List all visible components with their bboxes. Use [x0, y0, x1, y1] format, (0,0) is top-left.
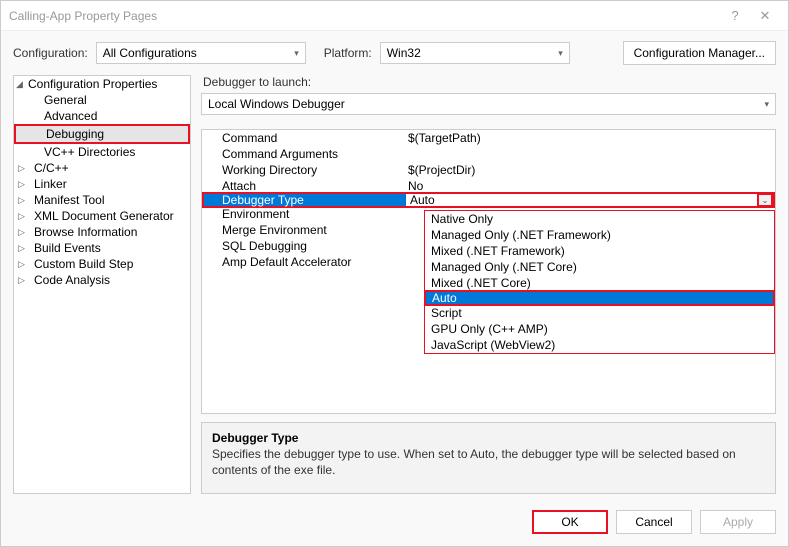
- tree-item-custom-build-step[interactable]: ▷Custom Build Step: [14, 256, 190, 272]
- debugger-launch-dropdown[interactable]: Local Windows Debugger ▾: [201, 93, 776, 115]
- tree-item-general[interactable]: General: [14, 92, 190, 108]
- debugger-launch-value: Local Windows Debugger: [208, 97, 345, 111]
- window-title: Calling-App Property Pages: [9, 9, 720, 23]
- help-icon[interactable]: ?: [720, 8, 750, 23]
- prop-row-cmd-args[interactable]: Command Arguments: [202, 146, 775, 162]
- tree-item-advanced[interactable]: Advanced: [14, 108, 190, 124]
- tree-item-xml-doc-gen[interactable]: ▷XML Document Generator: [14, 208, 190, 224]
- description-title: Debugger Type: [212, 431, 765, 445]
- dd-item-script[interactable]: Script: [425, 305, 774, 321]
- tree-item-ccpp[interactable]: ▷C/C++: [14, 160, 190, 176]
- dd-item-js-webview2[interactable]: JavaScript (WebView2): [425, 337, 774, 353]
- tree-item-debugging-highlight: Debugging: [14, 124, 190, 144]
- chevron-down-icon: ▾: [558, 48, 563, 59]
- dd-item-mixed-netfx[interactable]: Mixed (.NET Framework): [425, 243, 774, 259]
- tree-root[interactable]: ◢ Configuration Properties: [14, 76, 190, 92]
- dd-item-mixed-netcore[interactable]: Mixed (.NET Core): [425, 275, 774, 291]
- expand-icon[interactable]: ▷: [18, 259, 27, 270]
- tree-item-browse-info[interactable]: ▷Browse Information: [14, 224, 190, 240]
- configuration-label: Configuration:: [13, 46, 88, 60]
- tree-item-debugging[interactable]: Debugging: [16, 126, 188, 142]
- collapse-icon[interactable]: ◢: [16, 79, 25, 90]
- nav-tree[interactable]: ◢ Configuration Properties General Advan…: [13, 75, 191, 494]
- debugger-type-value-cell[interactable]: Auto ⌄: [406, 194, 773, 206]
- expand-icon[interactable]: ▷: [18, 211, 27, 222]
- property-pages-window: Calling-App Property Pages ? ✕ Configura…: [0, 0, 789, 547]
- tree-item-linker[interactable]: ▷Linker: [14, 176, 190, 192]
- expand-icon[interactable]: ▷: [18, 243, 27, 254]
- configuration-manager-button[interactable]: Configuration Manager...: [623, 41, 776, 65]
- chevron-down-icon: ▾: [294, 48, 299, 59]
- dd-item-native-only[interactable]: Native Only: [425, 211, 774, 227]
- close-icon[interactable]: ✕: [750, 8, 780, 24]
- expand-icon[interactable]: ▷: [18, 275, 27, 286]
- expand-icon[interactable]: ▷: [18, 179, 27, 190]
- configuration-value: All Configurations: [103, 46, 197, 60]
- prop-row-debugger-type[interactable]: Debugger Type Auto ⌄: [202, 192, 775, 208]
- configuration-dropdown[interactable]: All Configurations ▾: [96, 42, 306, 64]
- dd-item-managed-netfx[interactable]: Managed Only (.NET Framework): [425, 227, 774, 243]
- expand-icon[interactable]: ▷: [18, 195, 27, 206]
- titlebar: Calling-App Property Pages ? ✕: [1, 1, 788, 31]
- platform-value: Win32: [387, 46, 421, 60]
- prop-row-command[interactable]: Command $(TargetPath): [202, 130, 775, 146]
- config-toolbar: Configuration: All Configurations ▾ Plat…: [1, 31, 788, 75]
- debugger-launch-label: Debugger to launch:: [203, 75, 776, 89]
- expand-icon[interactable]: ▷: [18, 163, 27, 174]
- chevron-down-icon: ▾: [764, 99, 769, 110]
- tree-item-vc-directories[interactable]: VC++ Directories: [14, 144, 190, 160]
- prop-row-working-dir[interactable]: Working Directory $(ProjectDir): [202, 162, 775, 178]
- tree-item-code-analysis[interactable]: ▷Code Analysis: [14, 272, 190, 288]
- dd-item-managed-netcore[interactable]: Managed Only (.NET Core): [425, 259, 774, 275]
- platform-label: Platform:: [324, 46, 372, 60]
- dd-item-gpu-only[interactable]: GPU Only (C++ AMP): [425, 321, 774, 337]
- apply-button: Apply: [700, 510, 776, 534]
- platform-dropdown[interactable]: Win32 ▾: [380, 42, 570, 64]
- tree-item-build-events[interactable]: ▷Build Events: [14, 240, 190, 256]
- dropdown-toggle-icon[interactable]: ⌄: [757, 193, 773, 207]
- content-panel: Debugger to launch: Local Windows Debugg…: [201, 75, 776, 494]
- tree-item-manifest-tool[interactable]: ▷Manifest Tool: [14, 192, 190, 208]
- dialog-footer: OK Cancel Apply: [1, 502, 788, 546]
- property-grid: Command $(TargetPath) Command Arguments …: [201, 129, 776, 414]
- expand-icon[interactable]: ▷: [18, 227, 27, 238]
- description-panel: Debugger Type Specifies the debugger typ…: [201, 422, 776, 494]
- dd-item-auto[interactable]: Auto: [424, 290, 775, 306]
- debugger-type-dropdown-list[interactable]: Native Only Managed Only (.NET Framework…: [424, 210, 775, 354]
- ok-button[interactable]: OK: [532, 510, 608, 534]
- description-text: Specifies the debugger type to use. When…: [212, 447, 765, 478]
- cancel-button[interactable]: Cancel: [616, 510, 692, 534]
